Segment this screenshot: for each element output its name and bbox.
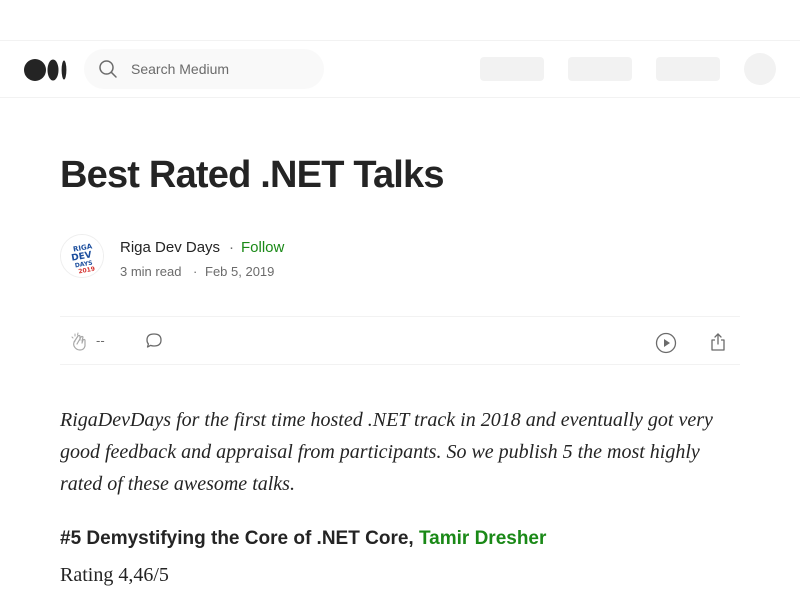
- search-bar[interactable]: Search Medium: [84, 49, 324, 89]
- separator-dot: ·: [193, 264, 198, 279]
- author-name-link[interactable]: Riga Dev Days: [120, 239, 220, 256]
- clap-count: --: [96, 333, 105, 348]
- section-heading-text: #5 Demystifying the Core of .NET Core,: [60, 528, 419, 549]
- listen-play-icon[interactable]: [654, 331, 678, 355]
- user-avatar-placeholder[interactable]: [744, 53, 776, 85]
- response-icon[interactable]: [144, 331, 164, 351]
- search-icon: [98, 59, 118, 79]
- publish-date: Feb 5, 2019: [205, 264, 275, 279]
- separator-dot: ·: [229, 239, 234, 256]
- share-icon[interactable]: [706, 330, 730, 354]
- speaker-link[interactable]: Tamir Dresher: [419, 528, 546, 549]
- read-time: 3 min read: [120, 264, 182, 279]
- talk-rating: Rating 4,46/5: [60, 564, 169, 586]
- clap-icon[interactable]: [68, 331, 90, 353]
- follow-button[interactable]: Follow: [241, 239, 284, 256]
- section-heading: #5 Demystifying the Core of .NET Core, T…: [60, 528, 546, 550]
- article-action-bar: --: [60, 316, 740, 365]
- nav-placeholder-3: [656, 57, 720, 81]
- nav-placeholder-2: [568, 57, 632, 81]
- medium-logo-icon[interactable]: [24, 59, 68, 81]
- article-intro: RigaDevDays for the first time hosted .N…: [60, 409, 713, 495]
- site-header: Search Medium: [0, 41, 800, 98]
- nav-placeholder-1: [480, 57, 544, 81]
- article-title: Best Rated .NET Talks: [60, 154, 445, 196]
- search-input[interactable]: Search Medium: [131, 61, 229, 77]
- author-avatar[interactable]: RIGA DEV DAYS 2019: [60, 234, 104, 278]
- svg-text:2019: 2019: [78, 266, 96, 276]
